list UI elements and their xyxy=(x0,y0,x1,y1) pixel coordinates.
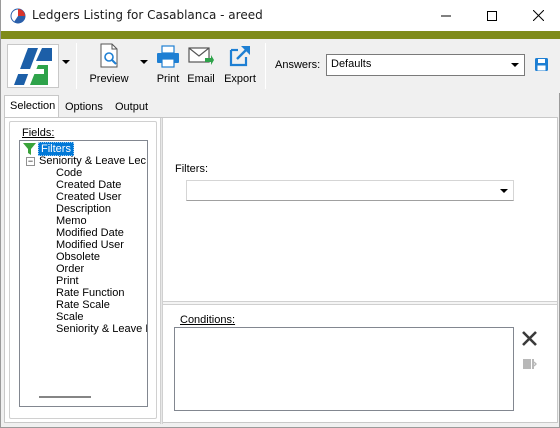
tree-item[interactable]: Rate Scale xyxy=(56,299,110,311)
email-button[interactable]: Email xyxy=(186,43,216,89)
fields-label: Fields: xyxy=(22,127,55,139)
app-pie-icon xyxy=(10,8,26,24)
filters-label: Filters: xyxy=(175,163,208,175)
maximize-icon xyxy=(487,10,497,21)
maximize-button[interactable] xyxy=(469,0,515,31)
toolbar: Preview Print Email Export Answers: Defa… xyxy=(1,39,560,93)
answers-select[interactable]: Defaults xyxy=(326,54,525,76)
print-button[interactable]: Print xyxy=(153,43,183,89)
print-label: Print xyxy=(156,73,180,85)
answers-label: Answers: xyxy=(275,59,321,71)
export-button[interactable]: Export xyxy=(222,43,258,89)
horizontal-splitter[interactable] xyxy=(163,301,557,305)
preview-icon xyxy=(100,43,118,68)
tree-group-label: Seniority & Leave Lec xyxy=(39,155,147,167)
tree-item[interactable]: Scale xyxy=(56,311,84,323)
tree-item[interactable]: Modified Date xyxy=(56,227,124,239)
preview-button[interactable]: Preview xyxy=(87,43,131,89)
tree-root-label: Filters xyxy=(38,142,74,156)
tab-strip: Selection Options Output xyxy=(1,95,560,118)
minimize-icon xyxy=(441,15,451,16)
close-button[interactable] xyxy=(515,0,560,31)
close-icon xyxy=(532,10,544,21)
fields-tree[interactable]: Filters − Seniority & Leave Lec Code Cre… xyxy=(19,140,148,407)
chevron-down-icon xyxy=(500,189,508,193)
title-bar: Ledgers Listing for Casablanca - areed xyxy=(1,0,560,31)
tree-item[interactable]: Order xyxy=(56,263,84,275)
conditions-label: Conditions: xyxy=(180,314,236,326)
edit-condition-icon[interactable] xyxy=(522,357,538,371)
preview-dropdown-icon[interactable] xyxy=(140,60,148,65)
email-label: Email xyxy=(187,73,215,85)
tree-item[interactable]: Modified User xyxy=(56,239,124,251)
tab-options[interactable]: Options xyxy=(59,97,109,117)
minimize-button[interactable] xyxy=(423,0,469,31)
horizontal-scrollbar[interactable] xyxy=(39,396,91,398)
tree-item[interactable]: Print xyxy=(56,275,79,287)
collapse-icon[interactable]: − xyxy=(26,156,35,166)
chevron-down-icon xyxy=(511,63,519,67)
tree-item[interactable]: Created Date xyxy=(56,179,121,191)
preview-label: Preview xyxy=(89,73,129,85)
tab-selection[interactable]: Selection xyxy=(4,95,59,118)
logo-icon xyxy=(14,48,52,85)
tree-item[interactable]: Memo xyxy=(56,215,87,227)
window-title: Ledgers Listing for Casablanca - areed xyxy=(32,8,263,22)
printer-icon xyxy=(157,45,179,68)
tree-item[interactable]: Rate Function xyxy=(56,287,124,299)
selection-panel: Fields: Filters − Seniority & Leave Lec … xyxy=(4,117,558,424)
tree-item[interactable]: Description xyxy=(56,203,111,215)
tab-selection-label: Selection xyxy=(10,100,56,112)
delete-icon[interactable] xyxy=(521,330,538,347)
accent-bar xyxy=(1,31,560,39)
tree-root-filters[interactable]: Filters xyxy=(23,142,74,156)
export-label: Export xyxy=(224,73,256,85)
logo-dropdown-icon[interactable] xyxy=(62,60,70,65)
tree-item[interactable]: Seniority & Leave I xyxy=(56,323,147,335)
tab-options-label: Options xyxy=(65,101,103,113)
conditions-list[interactable] xyxy=(174,327,514,411)
vertical-splitter[interactable] xyxy=(160,118,163,424)
toolbar-separator xyxy=(76,43,77,89)
email-icon xyxy=(188,47,214,65)
filter-icon xyxy=(23,143,36,155)
tree-item[interactable]: Obsolete xyxy=(56,251,100,263)
report-window: Ledgers Listing for Casablanca - areed P… xyxy=(0,0,560,428)
export-icon xyxy=(229,46,250,67)
save-icon[interactable] xyxy=(534,57,549,72)
answers-value: Defaults xyxy=(331,58,372,70)
app-logo[interactable] xyxy=(7,44,59,88)
tree-item[interactable]: Created User xyxy=(56,191,121,203)
tab-output[interactable]: Output xyxy=(109,97,155,117)
tab-output-label: Output xyxy=(115,101,149,113)
filters-select[interactable] xyxy=(186,180,514,201)
toolbar-separator xyxy=(265,43,266,89)
tree-group[interactable]: − Seniority & Leave Lec xyxy=(26,155,146,167)
tree-item[interactable]: Code xyxy=(56,167,82,179)
